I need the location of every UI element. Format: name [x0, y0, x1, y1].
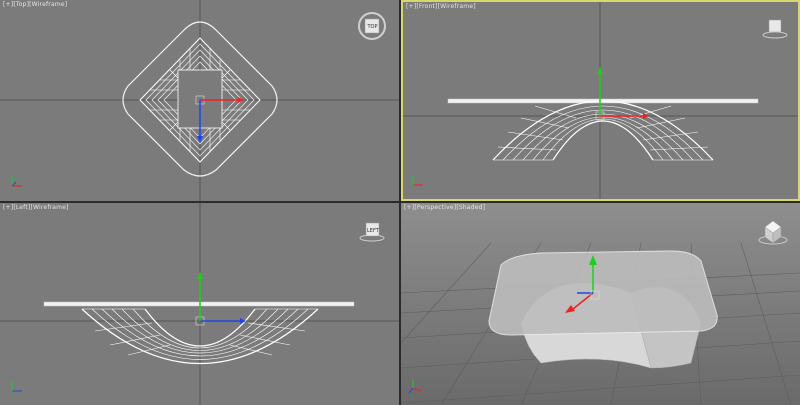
svg-text:TOP: TOP	[367, 24, 378, 30]
top-view-canvas[interactable]: TOP	[0, 0, 399, 201]
viewport-plus-menu[interactable]: [+]	[406, 3, 416, 10]
glass-tabletop	[488, 250, 718, 336]
viewport-mode-menu[interactable]: [Wireframe]	[30, 204, 68, 211]
axis-tripod-icon	[11, 381, 22, 392]
viewport-label-top[interactable]: [+][Top][Wireframe]	[3, 1, 67, 8]
axis-tripod-icon	[11, 176, 22, 187]
view-cube-icon: LEFT	[359, 222, 385, 242]
viewport-label-front[interactable]: [+][Front][Wireframe]	[406, 3, 476, 10]
viewport-mode-menu[interactable]: [Shaded]	[456, 204, 485, 211]
svg-text:LEFT: LEFT	[367, 228, 380, 234]
left-view-canvas[interactable]: LEFT	[0, 203, 399, 405]
viewport-label-perspective[interactable]: [+][Perspective][Shaded]	[404, 204, 485, 211]
viewport-front[interactable]: [+][Front][Wireframe]	[401, 0, 800, 201]
viewport-layout: TOP [+][Top][Wireframe] [+][Front][Wiref…	[0, 0, 800, 405]
view-cube-icon	[762, 19, 788, 39]
viewport-view-menu[interactable]: [Front]	[416, 3, 437, 10]
view-cube-icon	[758, 220, 788, 245]
viewport-view-menu[interactable]: [Perspective]	[414, 204, 456, 211]
front-view-canvas[interactable]	[403, 2, 798, 199]
axis-tripod-icon	[408, 379, 422, 394]
tabletop-edge	[43, 301, 355, 307]
viewport-left[interactable]: LEFT [+][Left][Wireframe]	[0, 203, 399, 405]
perspective-view-canvas[interactable]	[401, 203, 800, 405]
viewport-view-menu[interactable]: [Top]	[13, 1, 29, 8]
axis-tripod-icon	[412, 175, 423, 186]
viewport-view-menu[interactable]: [Left]	[13, 204, 30, 211]
viewport-top[interactable]: TOP [+][Top][Wireframe]	[0, 0, 399, 201]
viewport-plus-menu[interactable]: [+]	[3, 204, 13, 211]
viewport-plus-menu[interactable]: [+]	[3, 1, 13, 8]
viewport-plus-menu[interactable]: [+]	[404, 204, 414, 211]
wireframe-mesh	[492, 100, 714, 161]
viewport-perspective[interactable]: [+][Perspective][Shaded]	[401, 203, 800, 405]
viewport-label-left[interactable]: [+][Left][Wireframe]	[3, 204, 69, 211]
view-cube-icon: TOP	[358, 12, 386, 40]
viewport-mode-menu[interactable]: [Wireframe]	[29, 1, 67, 8]
viewport-mode-menu[interactable]: [Wireframe]	[438, 3, 476, 10]
gizmo-icon	[195, 272, 246, 326]
